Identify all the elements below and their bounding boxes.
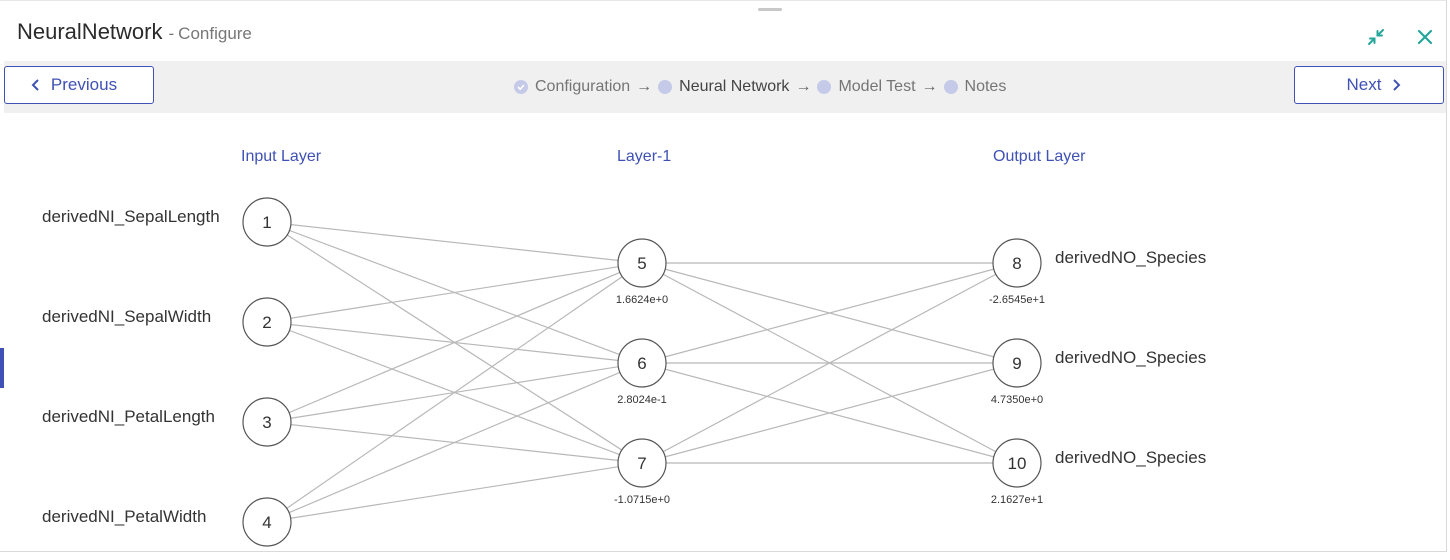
node-id-label: 8 [1012,254,1021,273]
node-bias-value: 2.1627e+1 [991,494,1043,506]
edge-4-7 [266,462,643,523]
edge-4-6 [266,362,643,523]
node-4[interactable]: 4 [242,497,292,547]
node-id-label: 2 [262,313,271,332]
node-id-label: 10 [1008,454,1027,473]
node-3[interactable]: 3 [242,397,292,447]
node-id-label: 6 [637,354,646,373]
node-1[interactable]: 1 [242,197,292,247]
node-2[interactable]: 2 [242,297,292,347]
node-bias-value: 2.8024e-1 [617,394,667,406]
node-10[interactable]: 10 2.1627e+1 [991,438,1043,506]
node-id-label: 9 [1012,354,1021,373]
network-graph: 1 2 3 4 5 1.6624e+0 6 2.8024e-1 7 -1.0715e+0 8 -2.6… [242,197,1045,547]
node-bias-value: 4.7350e+0 [991,394,1043,406]
node-7[interactable]: 7 -1.0715e+0 [614,438,670,506]
node-5[interactable]: 5 1.6624e+0 [616,238,668,306]
node-id-label: 3 [262,413,271,432]
node-8[interactable]: 8 -2.6545e+1 [989,238,1045,306]
node-bias-value: -1.0715e+0 [614,494,670,506]
node-id-label: 7 [637,454,646,473]
node-6[interactable]: 6 2.8024e-1 [617,338,667,406]
node-id-label: 5 [637,254,646,273]
edge-3-5 [266,262,643,423]
node-id-label: 1 [262,213,271,232]
edge-2-5 [266,262,643,323]
node-bias-value: 1.6624e+0 [616,294,668,306]
node-id-label: 4 [262,513,271,532]
node-9[interactable]: 9 4.7350e+0 [991,338,1043,406]
edge-1-5 [266,221,643,264]
edge-4-5 [266,262,643,523]
node-bias-value: -2.6545e+1 [989,294,1045,306]
